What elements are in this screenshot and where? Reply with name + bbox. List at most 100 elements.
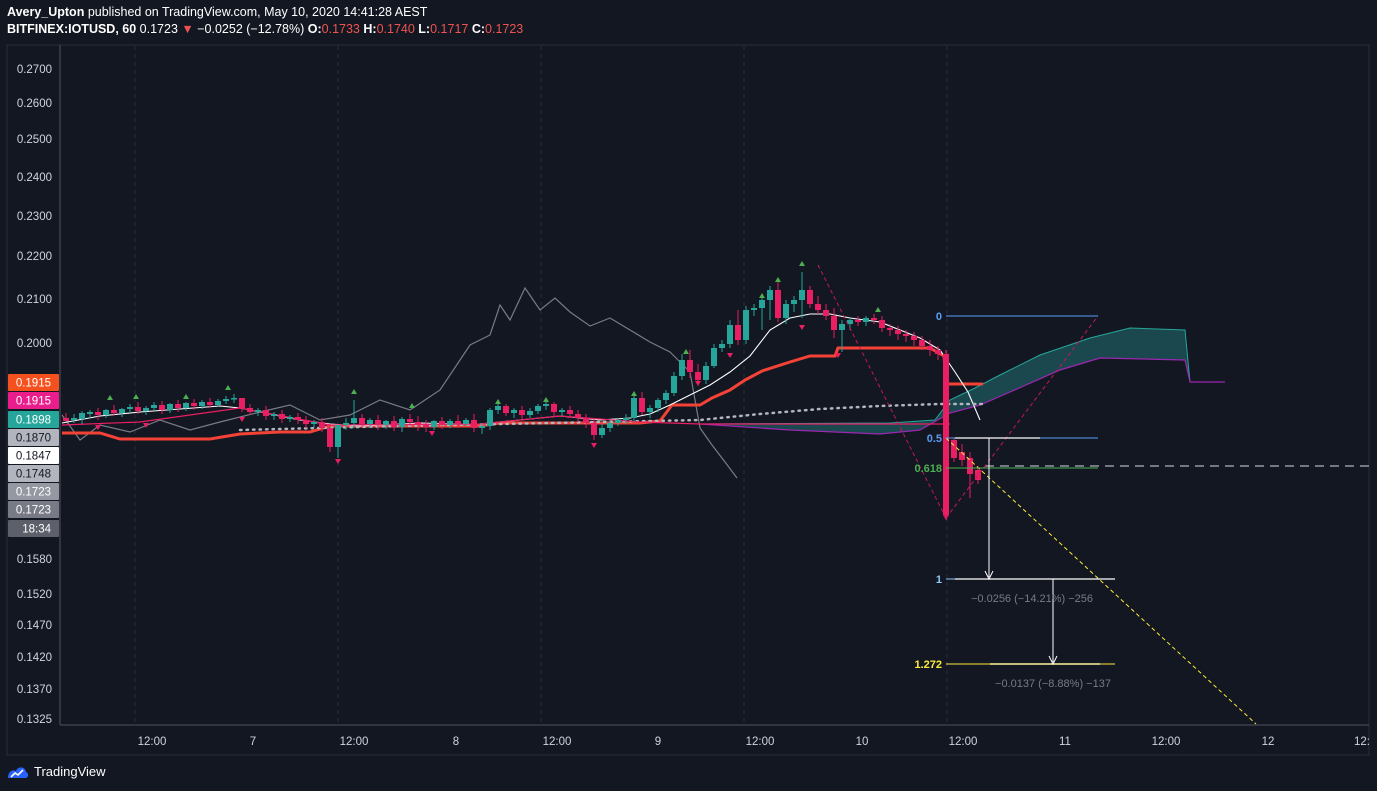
candle-body [119, 409, 125, 413]
candle-body [623, 418, 629, 420]
measurement-label: −0.0256 (−14.21%) −256 [971, 593, 1093, 605]
time-tick-label: 9 [655, 736, 661, 748]
candle-body [103, 410, 109, 415]
candle-body [679, 360, 685, 376]
candle-body [495, 406, 501, 410]
time-tick-label: 7 [250, 736, 256, 748]
candle-body [711, 348, 717, 366]
candle-body [527, 411, 533, 415]
candle-body [511, 410, 517, 413]
tradingview-logo-icon [8, 766, 29, 778]
price-chart[interactable]: 0 0.5 0.618 1 1.272 −0.0256 (−14.21%) −256 −0.… [0, 0, 1377, 791]
time-tick-label: 12:00 [138, 736, 167, 748]
candle-body [823, 310, 829, 316]
candle-body [543, 404, 549, 406]
candle-body [663, 393, 669, 400]
candle-body [479, 426, 485, 428]
candle-body [255, 410, 261, 412]
candle-body [463, 420, 469, 424]
up-marker [495, 399, 501, 404]
candle-body [223, 399, 229, 401]
candle-body [111, 410, 117, 413]
price-tick-label: 0.2400 [17, 172, 52, 184]
candle-body [695, 372, 701, 380]
candle-body [799, 290, 805, 300]
candle-body [671, 376, 677, 393]
candle-body [159, 405, 165, 410]
candle-body [375, 420, 381, 425]
candle-body [151, 405, 157, 408]
time-tick-label: 12:00 [949, 736, 978, 748]
candle-body [559, 410, 565, 412]
candle-body [423, 425, 429, 427]
price-tag-label: 0.1748 [16, 469, 51, 481]
candle-body [303, 420, 309, 424]
candle-body [183, 403, 189, 408]
down-marker [799, 325, 805, 330]
candlesticks [63, 261, 981, 520]
candle-body [327, 428, 333, 447]
tradingview-brand[interactable]: TradingView [34, 764, 106, 779]
candle-body [343, 423, 349, 425]
up-marker [543, 397, 549, 402]
candle-body [655, 400, 661, 408]
candle-body [351, 418, 357, 423]
wave-line-a [817, 264, 947, 519]
time-axis[interactable]: 12:00 7 12:00 8 12:00 9 12:00 10 12:00 11 12:00 12 1… [138, 736, 1370, 748]
candle-body [599, 428, 605, 435]
price-tags: 0.1915 0.1915 0.1898 0.1870 0.1847 0.1748 0.17… [8, 374, 59, 537]
up-marker [107, 395, 113, 400]
candle-body [575, 414, 581, 418]
price-tick-label: 0.2300 [17, 211, 52, 223]
up-marker [799, 261, 805, 266]
candle-body [743, 310, 749, 340]
candle-body [687, 360, 693, 372]
time-tick-label: 12: [1354, 736, 1370, 748]
price-tick-label: 0.1470 [17, 620, 52, 632]
fib-level-label: 0.5 [927, 433, 942, 445]
candle-body [895, 330, 901, 334]
time-tick-label: 10 [856, 736, 869, 748]
price-tag-label: 0.1723 [16, 487, 51, 499]
candle-body [927, 346, 933, 350]
candle-body [855, 320, 861, 322]
candle-body [903, 334, 909, 336]
up-marker [225, 385, 231, 390]
candle-body [863, 318, 869, 322]
price-tick-label: 0.1370 [17, 684, 52, 696]
price-tick-label: 0.2100 [17, 294, 52, 306]
candle-body [567, 410, 573, 414]
up-marker [875, 307, 881, 312]
candle-body [831, 316, 837, 330]
candle-body [887, 328, 893, 330]
candle-body [191, 403, 197, 406]
drawings: 0 0.5 0.618 1 1.272 −0.0256 (−14.21%) −256 −0.… [817, 264, 1257, 725]
up-marker [133, 394, 139, 399]
up-marker [409, 403, 415, 408]
time-tick-label: 12 [1262, 736, 1275, 748]
candle-body [335, 425, 341, 447]
price-tick-label: 0.2700 [17, 64, 52, 76]
candle-body [263, 410, 269, 416]
candle-body [967, 458, 973, 474]
candle-body [391, 421, 397, 427]
candle-body [439, 421, 445, 425]
candle-body [783, 304, 789, 318]
ichimoku-cloud [699, 327, 1225, 435]
candle-body [127, 407, 133, 409]
measurement-label: −0.0137 (−8.88%) −137 [995, 678, 1111, 690]
fib-level-label: 1.272 [914, 659, 942, 671]
candle-body [271, 414, 277, 416]
price-tag-label: 0.1723 [16, 505, 51, 517]
candle-body [207, 402, 213, 405]
candle-body [279, 414, 285, 419]
candle-body [735, 325, 741, 340]
down-marker [335, 459, 341, 464]
candle-body [703, 366, 709, 380]
candle-body [79, 413, 85, 419]
indicator-lines [61, 286, 1369, 479]
candle-body [615, 420, 621, 423]
down-marker [591, 443, 597, 448]
candle-body [447, 421, 453, 425]
candle-body [751, 308, 757, 310]
